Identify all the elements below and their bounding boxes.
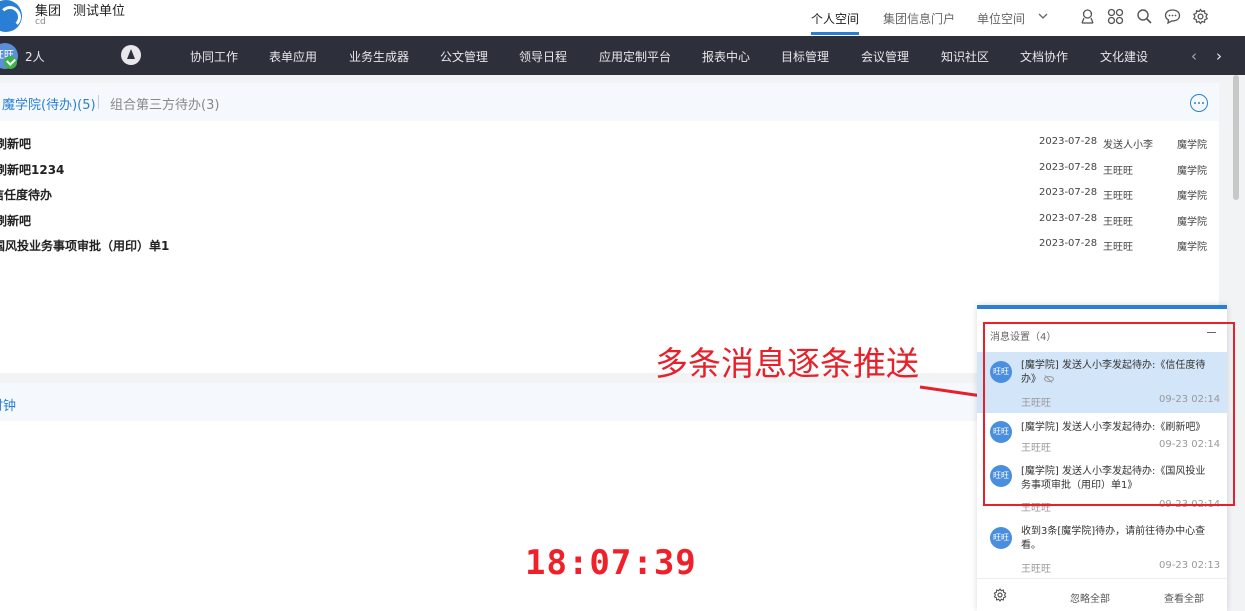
- todo-sender: 王旺旺: [1103, 242, 1133, 253]
- todo-sender: 王旺旺: [1103, 166, 1133, 177]
- annotation-highlight-box: [983, 322, 1235, 506]
- nav-item-app-platform[interactable]: 应用定制平台: [599, 48, 671, 65]
- todo-row[interactable]: 刷新吧 2023-07-28 发送人小李 魔学院: [0, 133, 1219, 153]
- tab-unit-space[interactable]: 单位空间: [977, 10, 1025, 27]
- todo-date: 2023-07-28: [1039, 238, 1098, 249]
- nav-item-leader-schedule[interactable]: 领导日程: [519, 48, 567, 65]
- todo-org: 魔学院: [1177, 217, 1207, 228]
- todo-date: 2023-07-28: [1039, 162, 1098, 173]
- chat-icon[interactable]: [1164, 8, 1181, 25]
- sender-avatar: 旺旺: [990, 527, 1012, 549]
- todo-sender: 王旺旺: [1103, 217, 1133, 228]
- online-count[interactable]: 2人: [25, 48, 45, 65]
- gear-icon[interactable]: [993, 588, 1007, 602]
- todo-sender: 王旺旺: [1103, 191, 1133, 202]
- nav-item-knowledge-community[interactable]: 知识社区: [941, 48, 989, 65]
- tab-group-portal[interactable]: 集团信息门户: [883, 10, 955, 27]
- settings-icon[interactable]: [1192, 8, 1209, 25]
- todo-title[interactable]: 信任度待办: [0, 186, 52, 203]
- nav-next-arrow-icon[interactable]: ›: [1216, 47, 1222, 65]
- nav-item-document-management[interactable]: 公文管理: [440, 48, 488, 65]
- message-text: 收到3条[魔学院]待办，请前往待办中心查看。: [1021, 526, 1206, 551]
- message-time: 09-23 02:13: [1159, 560, 1221, 571]
- active-tab-indicator: [811, 32, 859, 35]
- todo-title[interactable]: 国风投业务事项审批（用印）单1: [0, 237, 169, 254]
- tab-divider: [98, 95, 99, 109]
- module-nav-bar: 旺旺 2人 协同工作 表单应用 业务生成器 公文管理 领导日程 应用定制平台 报…: [0, 36, 1245, 75]
- tab-personal-space[interactable]: 个人空间: [811, 10, 859, 27]
- popup-footer: 忽略全部 查看全部: [977, 578, 1227, 611]
- group-logo-icon[interactable]: [0, 0, 22, 32]
- user-badge-icon[interactable]: [1079, 8, 1096, 25]
- todo-date: 2023-07-28: [1039, 136, 1098, 147]
- tab-academy-todo[interactable]: 魔学院(待办)(5): [2, 94, 96, 113]
- search-icon[interactable]: [1136, 8, 1153, 25]
- todo-title[interactable]: 刷新吧: [0, 135, 31, 152]
- nav-prev-arrow-icon[interactable]: ‹: [1191, 47, 1197, 65]
- tab-third-party-todo[interactable]: 组合第三方待办(3): [110, 94, 219, 113]
- org-sub: cd: [35, 17, 46, 27]
- message-sender: 王旺旺: [1021, 564, 1051, 575]
- todo-org: 魔学院: [1177, 166, 1207, 177]
- more-options-icon[interactable]: [1190, 94, 1208, 112]
- nav-item-report-center[interactable]: 报表中心: [702, 48, 750, 65]
- annotation-text: 多条消息逐条推送: [655, 344, 919, 383]
- todo-title[interactable]: 刷新吧1234: [0, 161, 64, 178]
- unit-name[interactable]: 测试单位: [73, 0, 125, 19]
- todo-org: 魔学院: [1177, 140, 1207, 151]
- chevron-down-icon[interactable]: [1038, 11, 1048, 21]
- todo-sender: 发送人小李: [1103, 140, 1153, 151]
- todo-org: 魔学院: [1177, 242, 1207, 253]
- online-status-icon: [4, 56, 17, 69]
- nav-item-culture[interactable]: 文化建设: [1100, 48, 1148, 65]
- nav-item-form-apps[interactable]: 表单应用: [269, 48, 317, 65]
- apps-grid-icon[interactable]: [1107, 8, 1124, 25]
- digital-clock: 18:07:39: [525, 543, 697, 583]
- nav-item-business-generator[interactable]: 业务生成器: [349, 48, 409, 65]
- todo-row[interactable]: 刷新吧1234 2023-07-28 王旺旺 魔学院: [0, 159, 1219, 179]
- nav-item-collaboration[interactable]: 协同工作: [190, 48, 238, 65]
- todo-date: 2023-07-28: [1039, 187, 1098, 198]
- todo-row[interactable]: 国风投业务事项审批（用印）单1 2023-07-28 王旺旺 魔学院: [0, 235, 1219, 255]
- clock-title: 时钟: [0, 399, 17, 414]
- nav-item-meeting-management[interactable]: 会议管理: [861, 48, 909, 65]
- todo-org: 魔学院: [1177, 191, 1207, 202]
- view-all-button[interactable]: 查看全部: [1164, 590, 1204, 605]
- todo-title[interactable]: 刷新吧: [0, 212, 31, 229]
- page-scrollbar[interactable]: [1233, 75, 1239, 200]
- nav-item-goal-management[interactable]: 目标管理: [781, 48, 829, 65]
- nav-item-doc-collaboration[interactable]: 文档协作: [1020, 48, 1068, 65]
- top-header: 集团 测试单位 cd 个人空间 集团信息门户 单位空间: [0, 0, 1245, 36]
- ignore-all-button[interactable]: 忽略全部: [1070, 590, 1110, 605]
- message-item[interactable]: 旺旺 收到3条[魔学院]待办，请前往待办中心查看。 王旺旺 09-23 02:1…: [977, 519, 1227, 577]
- todo-row[interactable]: 刷新吧 2023-07-28 王旺旺 魔学院: [0, 210, 1219, 230]
- todo-row[interactable]: 信任度待办 2023-07-28 王旺旺 魔学院: [0, 184, 1219, 204]
- navigation-icon[interactable]: [121, 45, 141, 65]
- todo-tab-bar: 魔学院(待办)(5) 组合第三方待办(3): [0, 83, 1219, 121]
- todo-date: 2023-07-28: [1039, 213, 1098, 224]
